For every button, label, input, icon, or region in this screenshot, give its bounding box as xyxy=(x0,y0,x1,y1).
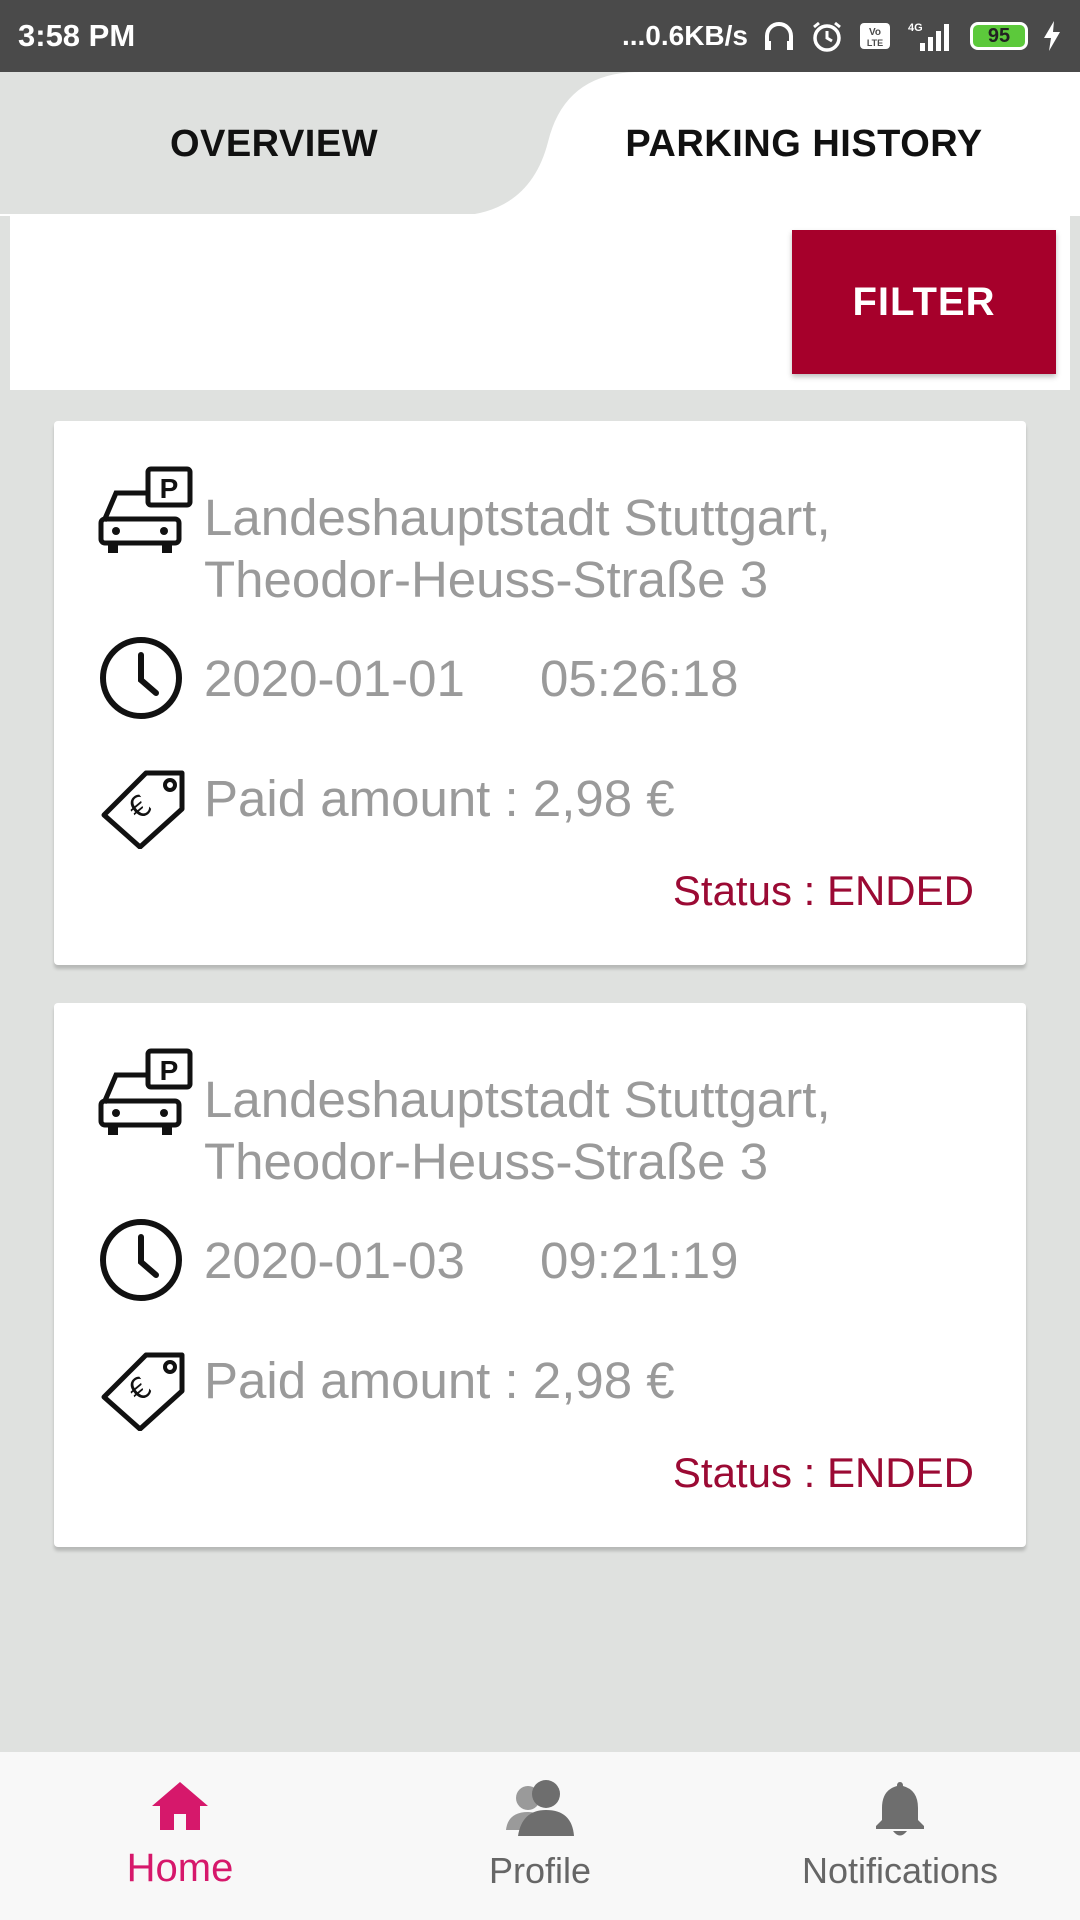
home-icon xyxy=(152,1782,208,1830)
tab-overview[interactable]: OVERVIEW xyxy=(0,72,548,216)
profile-icon xyxy=(506,1780,574,1836)
battery-icon: 95 xyxy=(970,22,1028,50)
clock-icon xyxy=(100,637,182,719)
location-text: Landeshauptstadt Stuttgart, Theodor-Heus… xyxy=(204,489,831,608)
parking-history-list: P Landeshauptstadt Stuttgart, Theodor-He… xyxy=(54,421,1026,1585)
svg-text:LTE: LTE xyxy=(867,38,883,48)
network-speed: ...0.6KB/s xyxy=(621,20,748,51)
date-text: 2020-01-01 xyxy=(204,650,465,707)
status-icons: ...0.6KB/s Vo LTE 4G 95 xyxy=(622,19,1062,53)
alarm-icon xyxy=(813,21,841,52)
status-text: Status : ENDED xyxy=(672,1449,974,1496)
car-parking-icon: P xyxy=(98,1048,193,1135)
date-text: 2020-01-03 xyxy=(204,1232,465,1289)
nav-notifications-label: Notifications xyxy=(801,1850,999,1891)
euro-tag-icon: € xyxy=(101,1352,185,1431)
headphones-icon xyxy=(765,22,793,50)
time-text: 09:21:19 xyxy=(540,1232,739,1289)
nav-notifications[interactable]: Notifications xyxy=(720,1752,1080,1920)
euro-tag-icon: € xyxy=(101,770,185,849)
svg-text:P: P xyxy=(160,1055,179,1086)
time-text: 05:26:18 xyxy=(540,650,739,707)
paid-amount-text: Paid amount : 2,98 € xyxy=(204,770,675,827)
filter-button[interactable]: FILTER xyxy=(792,230,1056,374)
signal-icon: 4G xyxy=(908,22,949,51)
svg-text:P: P xyxy=(160,473,179,504)
clock-icon xyxy=(100,1219,182,1301)
parking-record-card[interactable]: P Landeshauptstadt Stuttgart, Theodor-He… xyxy=(54,421,1026,965)
parking-record-card[interactable]: P Landeshauptstadt Stuttgart, Theodor-He… xyxy=(54,1003,1026,1547)
nav-home-label: Home xyxy=(126,1846,234,1890)
charging-icon xyxy=(1044,21,1060,51)
status-time: 3:58 PM xyxy=(18,18,136,53)
bottom-navigation: Home Profile Notifications xyxy=(0,1752,1080,1920)
filter-bar: FILTER xyxy=(10,216,1070,390)
car-parking-icon: P xyxy=(98,466,193,553)
location-text: Landeshauptstadt Stuttgart, Theodor-Heus… xyxy=(204,1071,831,1190)
nav-profile[interactable]: Profile xyxy=(360,1752,720,1920)
tab-bar: OVERVIEW PARKING HISTORY xyxy=(0,72,1080,216)
svg-text:4G: 4G xyxy=(908,22,923,34)
nav-home[interactable]: Home xyxy=(0,1752,360,1920)
volte-icon: Vo LTE xyxy=(860,23,890,49)
tab-parking-history[interactable]: PARKING HISTORY xyxy=(540,72,1068,216)
status-bar: 3:58 PM ...0.6KB/s Vo LTE 4G 95 xyxy=(0,0,1080,72)
bell-icon xyxy=(876,1782,924,1836)
paid-amount-text: Paid amount : 2,98 € xyxy=(204,1352,675,1409)
svg-text:Vo: Vo xyxy=(869,27,881,38)
nav-profile-label: Profile xyxy=(488,1850,592,1891)
status-text: Status : ENDED xyxy=(672,867,974,914)
